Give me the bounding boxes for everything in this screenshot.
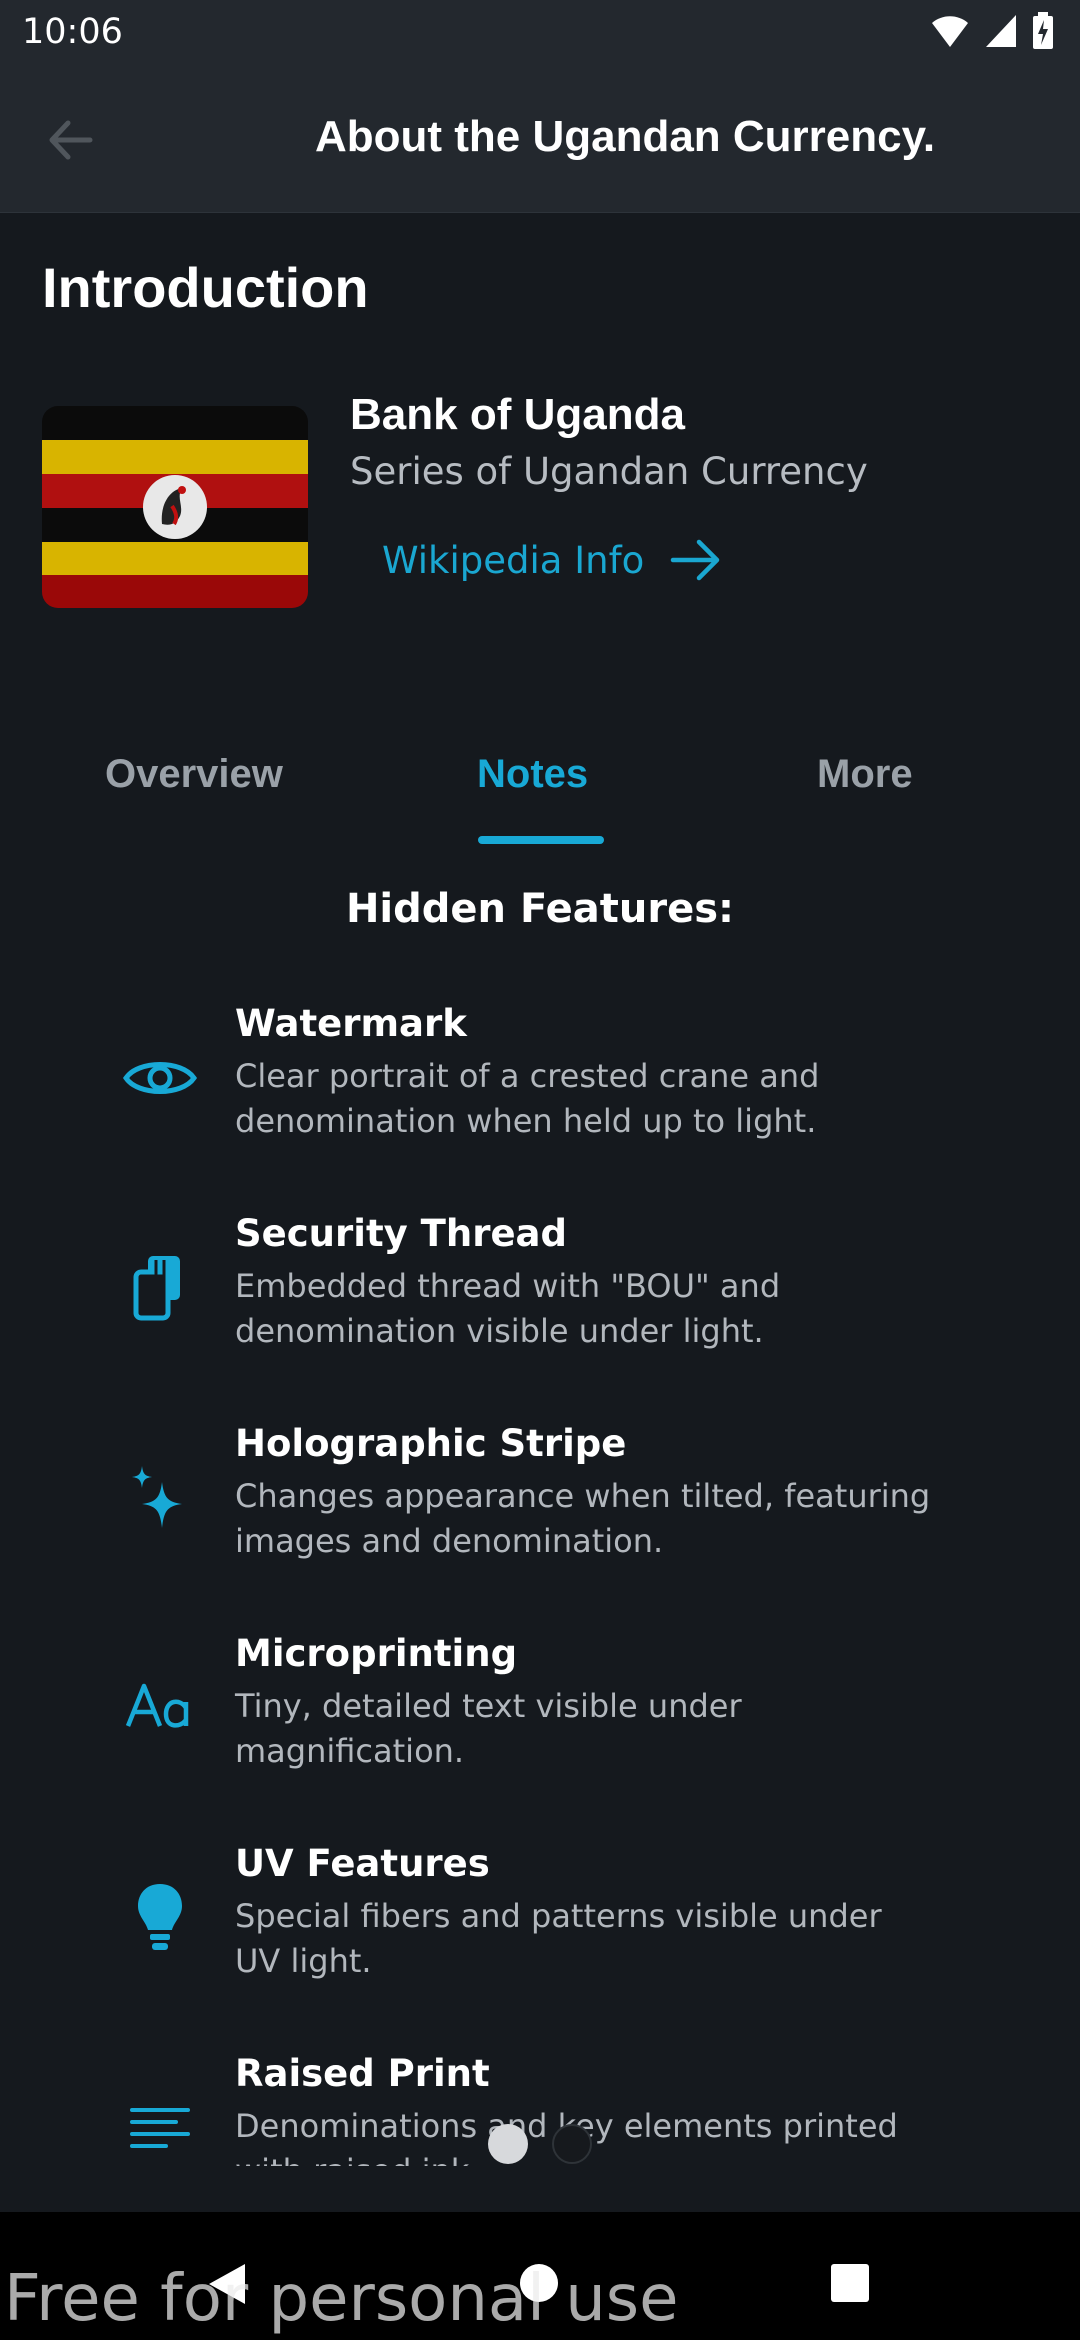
feature-description: Clear portrait of a crested crane and de… bbox=[235, 1057, 820, 1140]
feature-item-holographic-stripe: Holographic Stripe Changes appearance wh… bbox=[0, 1418, 1080, 1618]
app-bar: About the Ugandan Currency. bbox=[0, 64, 1080, 213]
recents-square-icon[interactable] bbox=[831, 2264, 869, 2302]
feature-title: Holographic Stripe bbox=[235, 1422, 627, 1465]
page-title: About the Ugandan Currency. bbox=[314, 112, 936, 161]
feature-title: Watermark bbox=[235, 1002, 467, 1045]
eye-icon bbox=[120, 1038, 200, 1118]
feature-title: Security Thread bbox=[235, 1212, 568, 1255]
feature-item-watermark: Watermark Clear portrait of a crested cr… bbox=[0, 998, 1080, 1198]
feature-item-security-thread: Security Thread Embedded thread with "BO… bbox=[0, 1208, 1080, 1408]
text-lines-icon bbox=[120, 2088, 200, 2166]
feature-item-uv-features: UV Features Special fibers and patterns … bbox=[0, 1838, 1080, 2038]
font-aa-icon bbox=[120, 1668, 200, 1748]
feature-title: UV Features bbox=[235, 1842, 490, 1885]
feature-item-microprinting: Microprinting Tiny, detailed text visibl… bbox=[0, 1628, 1080, 1828]
features-list: Watermark Clear portrait of a crested cr… bbox=[0, 998, 1080, 2166]
feature-description: Tiny, detailed text visible under magnif… bbox=[235, 1687, 742, 1770]
page-dot-active[interactable] bbox=[488, 2124, 528, 2164]
page-indicator bbox=[488, 2124, 592, 2164]
status-time: 10:06 bbox=[22, 12, 123, 52]
battery-charging-icon bbox=[1033, 12, 1053, 49]
uganda-flag-image bbox=[42, 406, 308, 608]
feature-title: Microprinting bbox=[235, 1632, 518, 1675]
status-icons bbox=[930, 12, 1054, 50]
tab-overview[interactable]: Overview bbox=[105, 752, 283, 797]
page-dot[interactable] bbox=[552, 2124, 592, 2164]
arrow-left-icon bbox=[49, 120, 93, 160]
tab-notes[interactable]: Notes bbox=[477, 752, 588, 797]
wikipedia-info-link[interactable]: Wikipedia Info bbox=[382, 538, 722, 582]
tab-more[interactable]: More bbox=[817, 752, 913, 797]
section-title-introduction: Introduction bbox=[42, 256, 369, 319]
arrow-right-icon bbox=[670, 539, 720, 581]
status-bar: 10:06 bbox=[0, 0, 1080, 64]
tab-indicator bbox=[478, 836, 604, 844]
copy-document-icon bbox=[120, 1248, 200, 1328]
features-heading: Hidden Features: bbox=[345, 886, 735, 932]
wifi-icon bbox=[932, 16, 968, 47]
feature-description: Embedded thread with "BOU" and denominat… bbox=[235, 1267, 781, 1350]
bank-name: Bank of Uganda bbox=[350, 390, 685, 439]
bank-subtitle: Series of Ugandan Currency bbox=[350, 450, 868, 493]
tab-bar: Overview Notes More bbox=[0, 752, 1080, 848]
back-button[interactable] bbox=[40, 110, 110, 170]
feature-title: Raised Print bbox=[235, 2052, 490, 2095]
feature-description: Special fibers and patterns visible unde… bbox=[235, 1897, 882, 1980]
signal-icon bbox=[986, 15, 1016, 47]
watermark-text: Free for personal use bbox=[4, 2262, 679, 2336]
feature-description: Changes appearance when tilted, featurin… bbox=[235, 1477, 931, 1560]
sparkle-icon bbox=[120, 1458, 200, 1538]
wikipedia-info-label: Wikipedia Info bbox=[382, 538, 645, 582]
lightbulb-icon bbox=[120, 1878, 200, 1958]
